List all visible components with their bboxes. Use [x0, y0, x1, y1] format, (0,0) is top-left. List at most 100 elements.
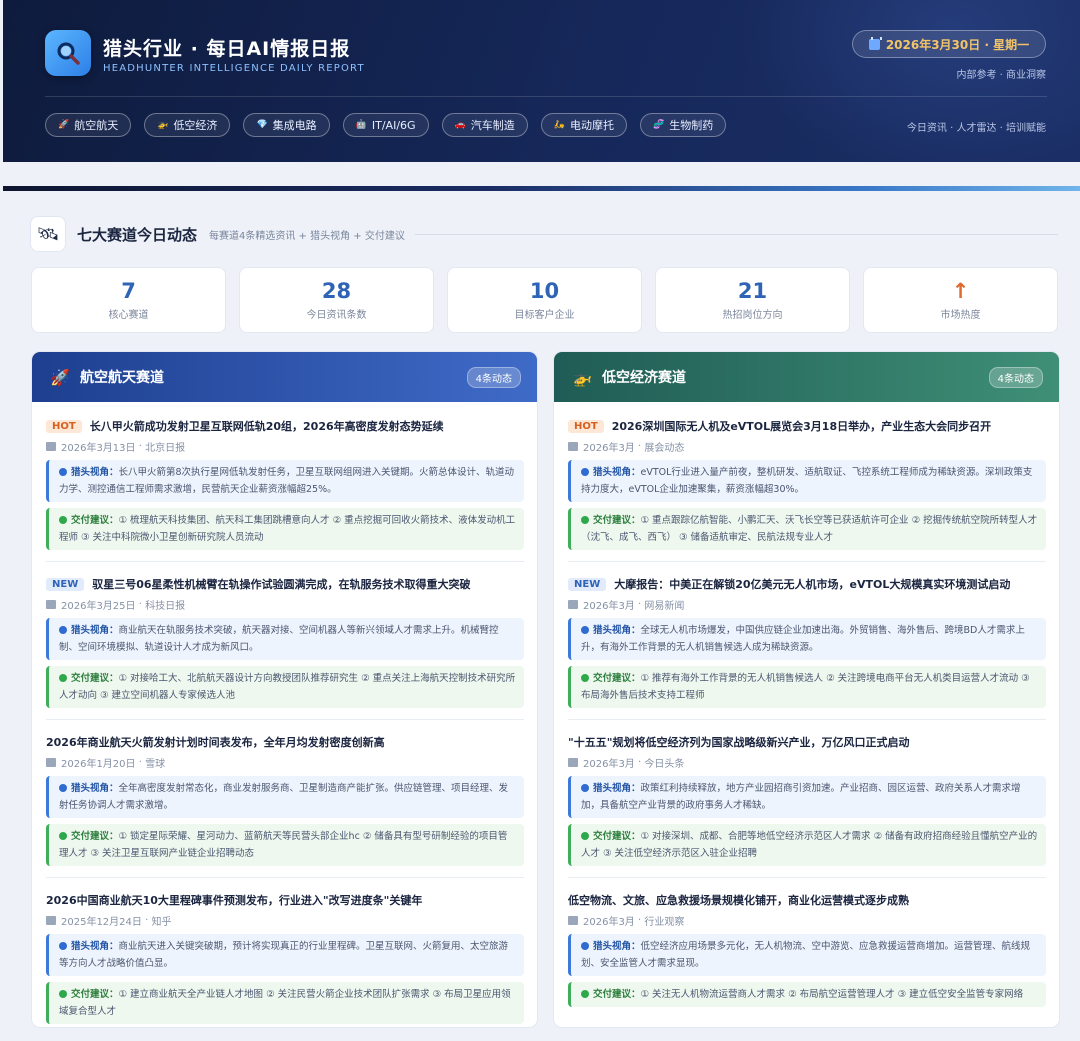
perspective-label: 猎头视角： [71, 941, 119, 952]
news-title-row: 2026年商业航天火箭发射计划时间表发布，全年月均发射密度创新高 [46, 732, 524, 752]
news-title[interactable]: 大摩报告：中美正在解锁20亿美元无人机市场，eVTOL大规模真实环境测试启动 [614, 576, 1010, 592]
green-dot-icon [581, 516, 589, 524]
satellite-icon: 🛰 [30, 216, 66, 252]
calendar-icon [868, 36, 882, 50]
date-badge: 2026年3月30日 · 星期一 [852, 30, 1046, 58]
tag-biopharma[interactable]: 🧬 生物制药 [639, 113, 727, 137]
ai-icon: 🤖 [355, 120, 367, 130]
tag-ic[interactable]: 💎 集成电路 [243, 113, 330, 137]
drone-icon: 🚁 [157, 120, 169, 130]
page-title: 猎头行业 · 每日AI情报日报 [103, 38, 351, 60]
news-meta: 2026年3月25日 · 科技日报 [46, 597, 524, 612]
delivery-box: 交付建议：① 对接哈工大、北航航天器设计方向教授团队推荐研究生 ② 重点关注上海… [46, 666, 524, 708]
meta-sep: · [634, 757, 645, 768]
delivery-text: ① 重点跟踪亿航智能、小鹏汇天、沃飞长空等已获适航许可企业 ② 挖掘传统航空院所… [581, 515, 1038, 543]
news-item: 2026年商业航天火箭发射计划时间表发布，全年月均发射密度创新高 2026年1月2… [46, 728, 524, 878]
delivery-box: 交付建议：① 对接深圳、成都、合肥等地低空经济示范区人才需求 ② 储备有政府招商… [568, 824, 1046, 866]
delivery-text: ① 对接深圳、成都、合肥等地低空经济示范区人才需求 ② 储备有政府招商经验且懂航… [581, 831, 1038, 859]
card-aerospace: 🚀 航空航天赛道 4条动态 HOT 长八甲火箭成功发射卫星互联网低轨20组，202… [31, 351, 538, 1028]
perspective-box: 猎头视角：长八甲火箭第8次执行星网低轨发射任务，卫星互联网组网进入关键期。火箭总… [46, 460, 524, 502]
news-item: NEW 驭星三号06星柔性机械臂在轨操作试验圆满完成，在轨服务技术取得重大突破 20… [46, 570, 524, 720]
stat-positions: 21 热招岗位方向 [655, 267, 850, 333]
news-source: 知乎 [151, 917, 172, 928]
news-date: 2026年3月 [583, 443, 635, 454]
delivery-box: 交付建议：① 锁定星际荣耀、星河动力、蓝箭航天等民营头部企业hc ② 储备具有型… [46, 824, 524, 866]
arrow-up-icon: ↑ [951, 279, 970, 303]
news-date: 2026年3月 [583, 917, 635, 928]
delivery-label: 交付建议： [593, 831, 641, 842]
hot-badge: HOT [46, 419, 82, 433]
app-logo [45, 30, 91, 76]
news-title[interactable]: 长八甲火箭成功发射卫星互联网低轨20组，2026年高密度发射态势延续 [90, 418, 444, 434]
news-item: "十五五"规划将低空经济列为国家战略级新兴产业，万亿风口正式启动 2026年3月 … [568, 728, 1046, 878]
tag-auto[interactable]: 🚗 汽车制造 [441, 113, 528, 137]
delivery-label: 交付建议： [593, 673, 641, 684]
stat-clients: 10 目标客户企业 [447, 267, 642, 333]
stat-news: 28 今日资讯条数 [239, 267, 434, 333]
section-title: 七大赛道今日动态 [77, 225, 198, 244]
news-title[interactable]: 驭星三号06星柔性机械臂在轨操作试验圆满完成，在轨服务技术取得重大突破 [92, 576, 470, 592]
perspective-text: 低空经济应用场景多元化，无人机物流、空中游览、应急救援运营商增加。运营管理、航线… [581, 941, 1031, 969]
search-icon [57, 42, 80, 65]
perspective-text: 全球无人机市场爆发，中国供应链企业加速出海。外贸销售、海外售后、跨境BD人才需求… [581, 625, 1025, 653]
blue-dot-icon [59, 942, 67, 950]
news-title[interactable]: 2026深圳国际无人机及eVTOL展览会3月18日举办，产业生态大会同步召开 [612, 418, 991, 434]
delivery-label: 交付建议： [71, 989, 119, 1000]
news-title-row: HOT 长八甲火箭成功发射卫星互联网低轨20组，2026年高密度发射态势延续 [46, 416, 524, 436]
blue-dot-icon [581, 626, 589, 634]
delivery-box: 交付建议：① 关注无人机物流运营商人才需求 ② 布局航空运营管理人才 ③ 建立低… [568, 982, 1046, 1007]
document-icon [46, 758, 56, 767]
delivery-text: ① 建立商业航天全产业链人才地图 ② 关注民营火箭企业技术团队扩张需求 ③ 布局… [59, 989, 511, 1017]
meta-sep: · [141, 915, 152, 926]
blue-dot-icon [59, 626, 67, 634]
perspective-text: 商业航天进入关键突破期，预计将实现真正的行业里程碑。卫星互联网、火箭复用、太空旅… [59, 941, 509, 969]
count-badge: 4条动态 [466, 366, 521, 388]
news-meta: 2025年12月24日 · 知乎 [46, 913, 524, 928]
hot-badge: HOT [568, 419, 604, 433]
news-title[interactable]: 低空物流、文旅、应急救援场景规模化铺开，商业化运营模式逐步成熟 [568, 892, 909, 908]
document-icon [568, 442, 578, 451]
news-date: 2026年3月13日 [61, 443, 136, 454]
perspective-text: eVTOL行业进入量产前夜，整机研发、适航取证、飞控系统工程师成为稀缺资源。深圳… [581, 467, 1033, 495]
perspective-label: 猎头视角： [593, 783, 641, 794]
perspective-box: 猎头视角：全球无人机市场爆发，中国供应链企业加速出海。外贸销售、海外售后、跨境B… [568, 618, 1046, 660]
green-dot-icon [581, 832, 589, 840]
perspective-text: 全年高密度发射常态化，商业发射服务商、卫星制造商产能扩张。供应链管理、项目经理、… [59, 783, 509, 811]
news-title[interactable]: "十五五"规划将低空经济列为国家战略级新兴产业，万亿风口正式启动 [568, 734, 909, 750]
news-title-row: NEW 驭星三号06星柔性机械臂在轨操作试验圆满完成，在轨服务技术取得重大突破 [46, 574, 524, 594]
news-item: 2026中国商业航天10大里程碑事件预测发布，行业进入"改写进度条"关键年 202… [46, 886, 524, 1027]
perspective-label: 猎头视角： [593, 467, 641, 478]
news-title[interactable]: 2026年商业航天火箭发射计划时间表发布，全年月均发射密度创新高 [46, 734, 385, 750]
perspective-box: 猎头视角：低空经济应用场景多元化，无人机物流、空中游览、应急救援运营商增加。运营… [568, 934, 1046, 976]
perspective-box: 猎头视角：商业航天在轨服务技术突破，航天器对接、空间机器人等新兴领域人才需求上升… [46, 618, 524, 660]
tag-it-ai[interactable]: 🤖 IT/AI/6G [342, 113, 429, 137]
tag-low-altitude[interactable]: 🚁 低空经济 [144, 113, 231, 137]
rocket-icon: 🚀 [58, 120, 70, 130]
delivery-box: 交付建议：① 梳理航天科技集团、航天科工集团跳槽意向人才 ② 重点挖掘可回收火箭… [46, 508, 524, 550]
document-icon [46, 600, 56, 609]
meta-sep: · [634, 915, 645, 926]
delivery-text: ① 锁定星际荣耀、星河动力、蓝箭航天等民营头部企业hc ② 储备具有型号研制经验… [59, 831, 508, 859]
header-nav-links[interactable]: 今日资讯 · 人才雷达 · 培训赋能 [907, 119, 1046, 134]
internal-note: 内部参考 · 商业洞察 [956, 70, 1046, 81]
page-subtitle: HEADHUNTER INTELLIGENCE DAILY REPORT [103, 63, 365, 74]
meta-sep: · [135, 441, 146, 452]
dna-icon: 🧬 [652, 120, 665, 130]
tag-e-moto[interactable]: 🛵 电动摩托 [540, 113, 627, 137]
document-icon [568, 758, 578, 767]
news-title[interactable]: 2026中国商业航天10大里程碑事件预测发布，行业进入"改写进度条"关键年 [46, 892, 422, 908]
tag-aerospace[interactable]: 🚀 航空航天 [45, 113, 132, 137]
news-meta: 2026年3月13日 · 北京日报 [46, 439, 524, 454]
news-date: 2025年12月24日 [61, 917, 142, 928]
news-source: 雪球 [145, 759, 166, 770]
delivery-label: 交付建议： [71, 673, 119, 684]
perspective-label: 猎头视角： [593, 625, 641, 636]
document-icon [46, 916, 56, 925]
green-dot-icon [59, 674, 67, 682]
sector-tags: 🚀 航空航天 🚁 低空经济 💎 集成电路 🤖 IT/AI/6G 🚗 汽车制造 🛵 电动摩托 … [45, 113, 727, 137]
delivery-label: 交付建议： [71, 515, 119, 526]
meta-sep: · [135, 599, 146, 610]
news-date: 2026年3月 [583, 759, 635, 770]
card-header: 🚁 低空经济赛道 4条动态 [554, 352, 1059, 402]
document-icon [568, 600, 578, 609]
